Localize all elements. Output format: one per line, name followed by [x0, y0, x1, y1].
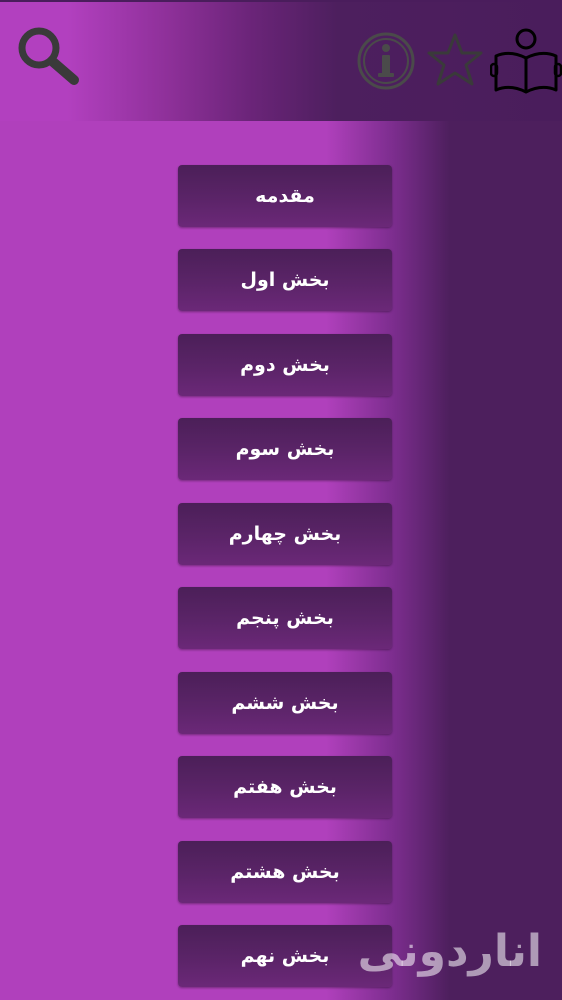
menu-item-part-2[interactable]: بخش دوم — [178, 334, 392, 396]
menu-item-part-3[interactable]: بخش سوم — [178, 418, 392, 480]
menu-item-part-8[interactable]: بخش هشتم — [178, 841, 392, 903]
app-header — [0, 0, 562, 121]
search-icon[interactable] — [10, 22, 82, 88]
book-reader-icon[interactable] — [489, 26, 562, 98]
menu-item-part-5[interactable]: بخش پنجم — [178, 587, 392, 649]
star-icon[interactable] — [426, 31, 484, 89]
menu-item-part-7[interactable]: بخش هفتم — [178, 756, 392, 818]
watermark-logo: انار‌دونی — [357, 926, 542, 977]
menu-item-part-1[interactable]: بخش اول — [178, 249, 392, 311]
info-icon[interactable] — [356, 31, 416, 91]
menu-item-introduction[interactable]: مقدمه — [178, 165, 392, 227]
header-top-border — [0, 0, 562, 2]
menu-item-part-6[interactable]: بخش ششم — [178, 672, 392, 734]
menu-item-part-4[interactable]: بخش چهارم — [178, 503, 392, 565]
